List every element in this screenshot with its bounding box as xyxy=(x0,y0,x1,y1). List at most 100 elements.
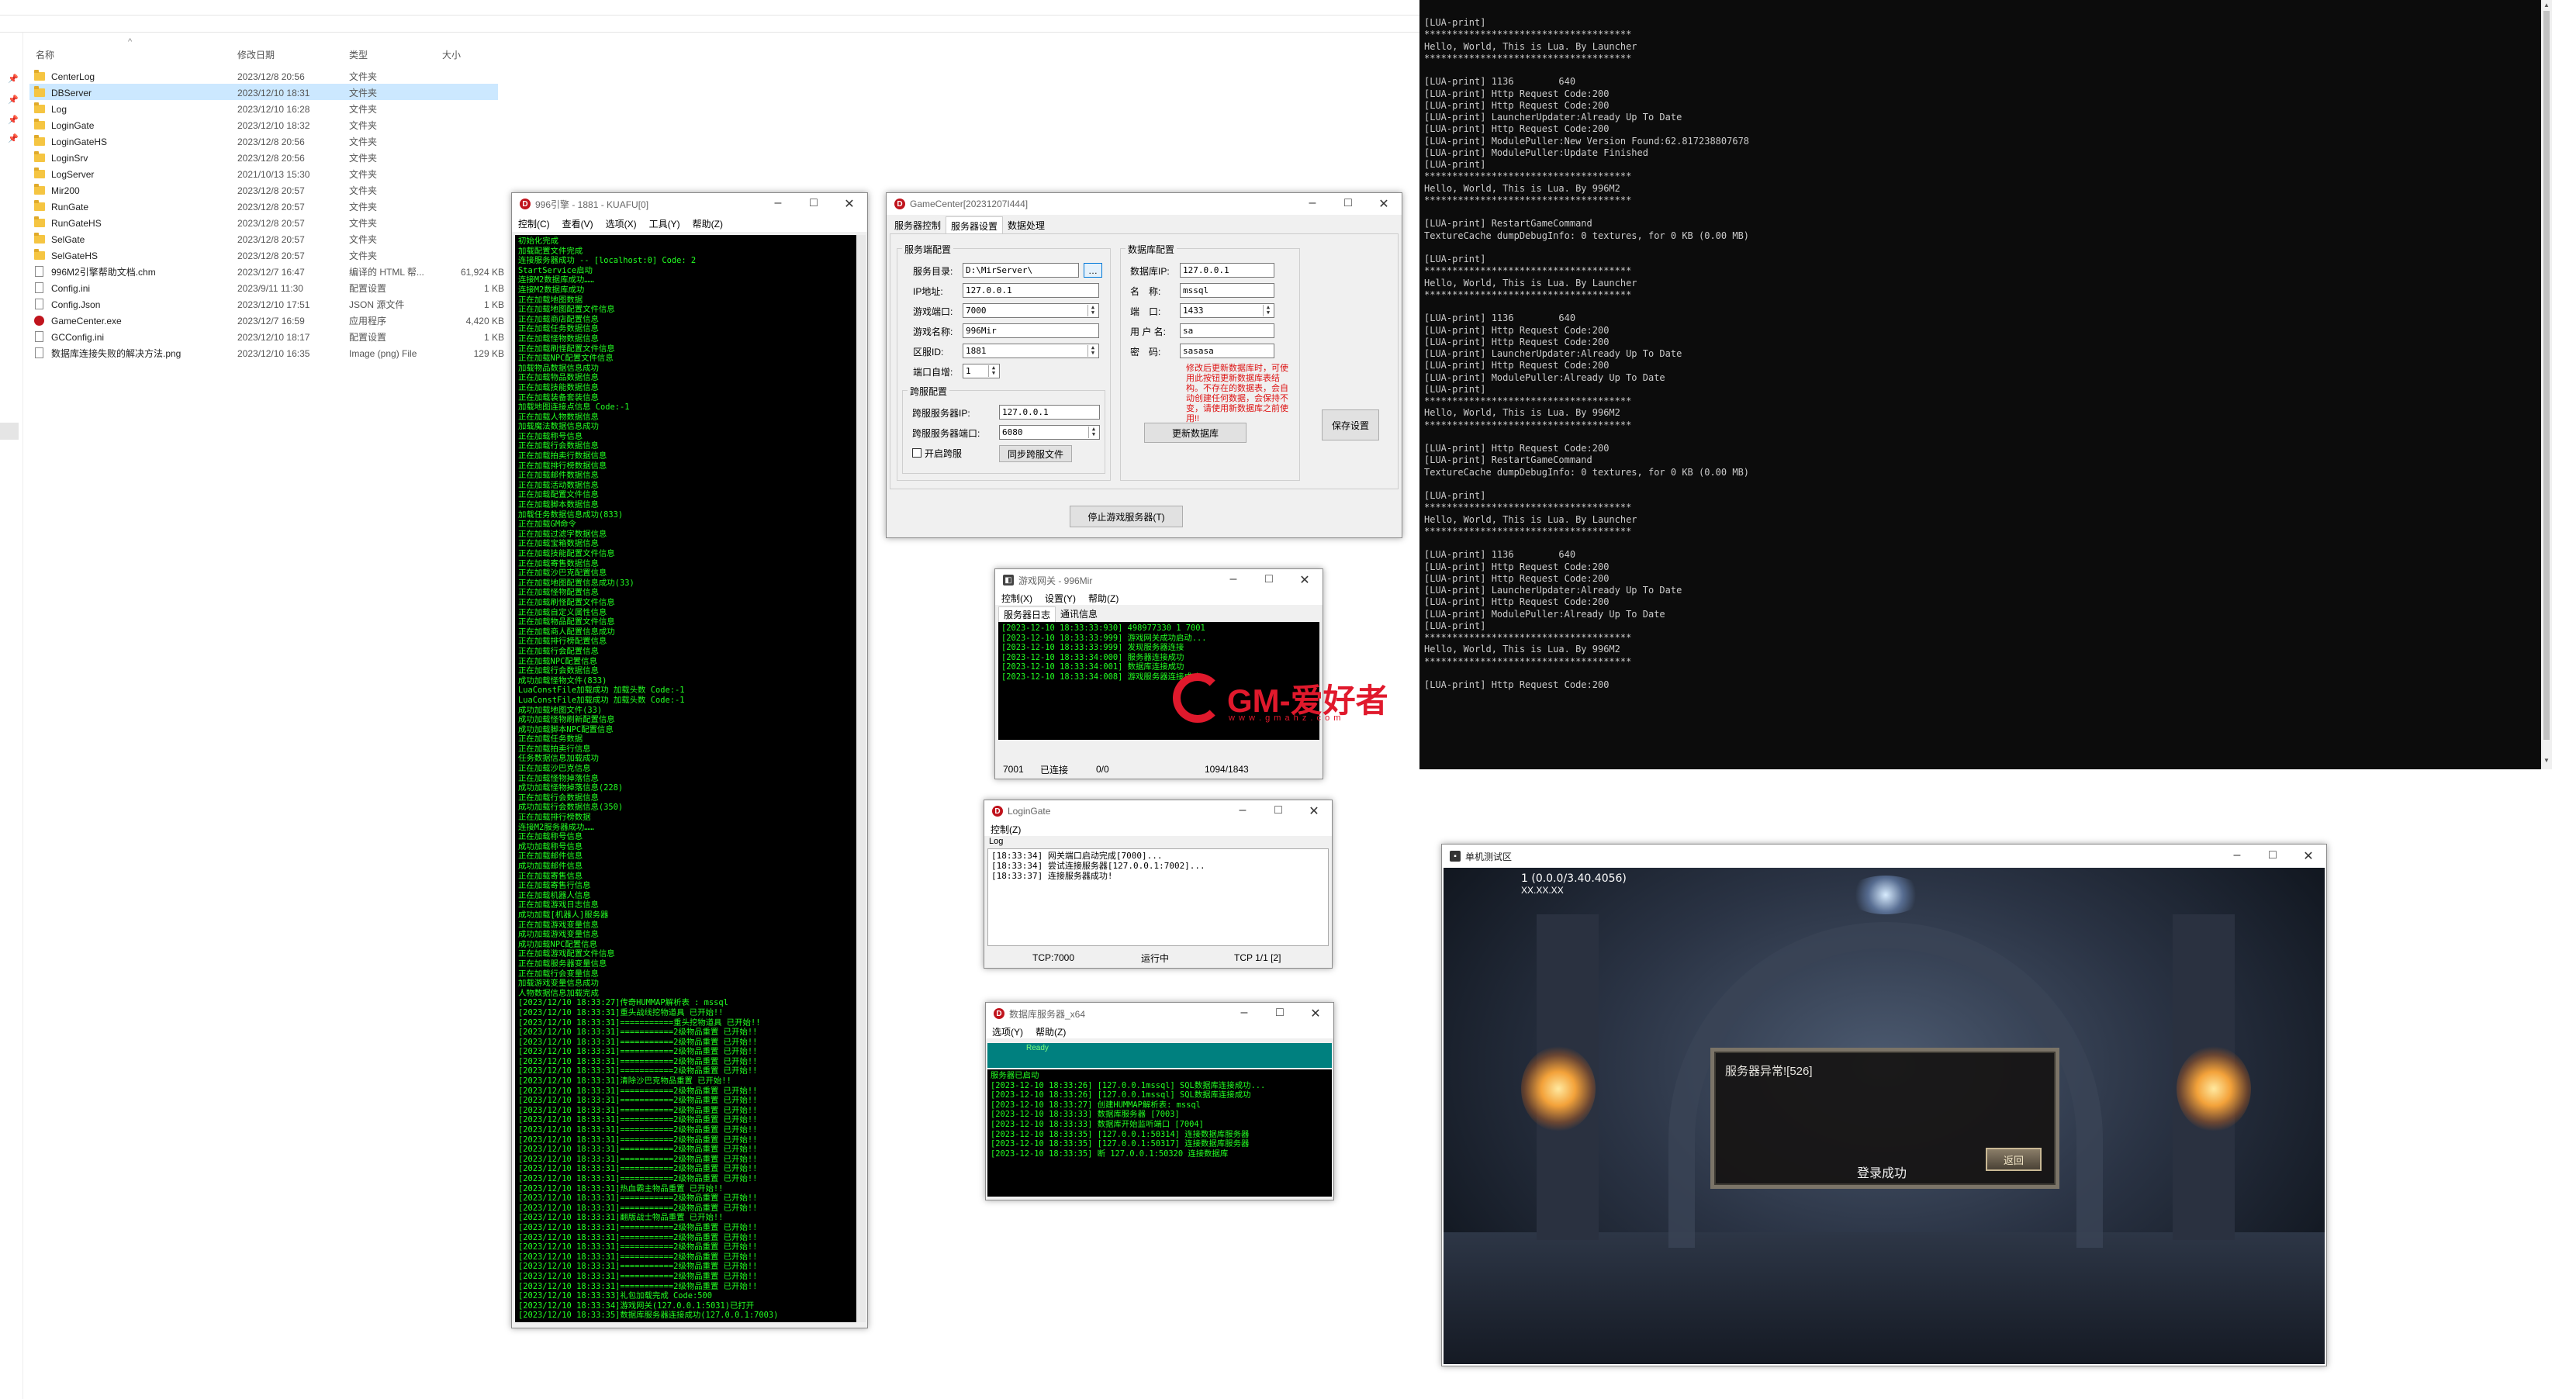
game-title-bar[interactable]: ▪ 单机测试区 – □ ✕ xyxy=(1442,845,2326,868)
m2-title-bar[interactable]: D 996引擎 - 1881 - KUAFU[0] – □ ✕ xyxy=(512,193,867,215)
menu-control[interactable]: 控制(X) xyxy=(995,592,1039,605)
tab-log[interactable]: Log xyxy=(989,837,1003,846)
close-button[interactable]: ✕ xyxy=(1298,1006,1333,1021)
minimize-button[interactable]: – xyxy=(1215,572,1251,588)
file-row[interactable]: Config.Json 2023/12/10 17:51 JSON 源文件 1 KB xyxy=(29,296,504,313)
save-settings-button[interactable]: 保存设置 xyxy=(1322,409,1379,440)
db-ip-input[interactable]: 127.0.0.1 xyxy=(1180,263,1274,278)
close-button[interactable]: ✕ xyxy=(1296,803,1332,819)
maximize-button[interactable]: □ xyxy=(796,196,832,212)
tab-comm-info[interactable]: 通讯信息 xyxy=(1056,606,1102,623)
file-row[interactable]: DBServer 2023/12/10 18:31 文件夹 xyxy=(29,85,504,101)
file-row[interactable]: GCConfig.ini 2023/12/10 18:17 配置设置 1 KB xyxy=(29,329,504,345)
column-header-name[interactable]: 名称 xyxy=(36,48,54,61)
file-row[interactable]: GameCenter.exe 2023/12/7 16:59 应用程序 4,420 K… xyxy=(29,313,504,329)
file-row[interactable]: LoginGate 2023/12/10 18:32 文件夹 xyxy=(29,117,504,133)
ip-input[interactable]: 127.0.0.1 xyxy=(963,283,1099,298)
minimize-button[interactable]: – xyxy=(1295,196,1330,212)
maximize-button[interactable]: □ xyxy=(1260,803,1296,819)
menu-options[interactable]: 选项(Y) xyxy=(986,1025,1029,1038)
file-row[interactable]: Log 2023/12/10 16:28 文件夹 xyxy=(29,101,504,117)
pin-icon[interactable]: 📌 xyxy=(8,115,19,125)
menu-view[interactable]: 查看(V) xyxy=(556,217,600,230)
m2-scrollbar[interactable] xyxy=(856,235,866,1322)
db-name-input[interactable]: mssql xyxy=(1180,283,1274,298)
menu-help[interactable]: 帮助(Z) xyxy=(1029,1025,1072,1038)
logingate-title-bar[interactable]: D LoginGate – □ ✕ xyxy=(984,800,1332,822)
file-row[interactable]: CenterLog 2023/12/8 20:56 文件夹 xyxy=(29,68,504,85)
file-row[interactable]: Mir200 2023/12/8 20:57 文件夹 xyxy=(29,182,504,199)
menu-settings[interactable]: 设置(Y) xyxy=(1039,592,1082,605)
menu-control[interactable]: 控制(Z) xyxy=(984,823,1027,836)
close-button[interactable]: ✕ xyxy=(2291,848,2326,864)
minimize-button[interactable]: – xyxy=(1225,803,1260,819)
pin-icon[interactable]: 📌 xyxy=(8,74,19,84)
zone-id-stepper[interactable]: 1881 ▲ ▼ xyxy=(963,344,1099,358)
scroll-up-arrow-icon[interactable]: ▲ xyxy=(2543,2,2550,9)
port-increment-stepper[interactable]: 1 ▲ ▼ xyxy=(963,364,1000,378)
minimize-button[interactable]: – xyxy=(2219,848,2255,864)
column-header-type[interactable]: 类型 xyxy=(349,48,368,61)
dbserver-log-console[interactable]: 服务器已启动 [2023-12-10 18:33:26] [127.0.0.1m… xyxy=(987,1069,1332,1197)
stop-game-server-button[interactable]: 停止游戏服务器(T) xyxy=(1070,506,1183,527)
close-button[interactable]: ✕ xyxy=(1287,572,1323,588)
db-password-input[interactable]: sasasa xyxy=(1180,344,1274,358)
file-row[interactable]: 996M2引擎帮助文档.chm 2023/12/7 16:47 编译的 HTML 帮… xyxy=(29,264,504,280)
menu-help[interactable]: 帮助(Z) xyxy=(686,217,729,230)
pin-icon[interactable]: 📌 xyxy=(8,95,19,105)
file-row[interactable]: RunGateHS 2023/12/8 20:57 文件夹 xyxy=(29,215,504,231)
maximize-button[interactable]: □ xyxy=(1330,196,1366,212)
lua-console-output[interactable]: [LUA-print] ****************************… xyxy=(1421,16,2530,768)
tab-server-control[interactable]: 服务器控制 xyxy=(890,216,946,233)
update-database-button[interactable]: 更新数据库 xyxy=(1144,423,1247,443)
menu-control[interactable]: 控制(C) xyxy=(512,217,556,230)
tab-server-settings[interactable]: 服务器设置 xyxy=(946,216,1004,233)
spin-arrows-icon[interactable]: ▲ ▼ xyxy=(1263,305,1273,316)
spin-arrows-icon[interactable]: ▲ ▼ xyxy=(1087,345,1098,357)
dbserver-title-bar[interactable]: D 数据库服务器_x64 – □ ✕ xyxy=(986,1003,1333,1024)
game-port-stepper[interactable]: 7000 ▲ ▼ xyxy=(963,303,1099,318)
column-header-date[interactable]: 修改日期 xyxy=(237,48,275,61)
m2-log-console[interactable]: 初始化完成 加载配置文件完成 连接服务器成功 -- [localhost:0] … xyxy=(515,235,856,1322)
menu-help[interactable]: 帮助(Z) xyxy=(1082,592,1125,605)
browse-button[interactable]: … xyxy=(1084,263,1102,278)
rungate-title-bar[interactable]: ◧ 游戏网关 - 996Mir – □ ✕ xyxy=(995,569,1323,591)
cross-enable-checkbox[interactable] xyxy=(912,448,921,458)
file-row[interactable]: RunGate 2023/12/8 20:57 文件夹 xyxy=(29,199,504,215)
scroll-down-arrow-icon[interactable]: ▼ xyxy=(2543,757,2550,764)
file-row[interactable]: LoginGateHS 2023/12/8 20:56 文件夹 xyxy=(29,133,504,150)
file-row[interactable]: Config.ini 2023/9/11 11:30 配置设置 1 KB xyxy=(29,280,504,296)
lua-console-scrollbar[interactable]: ▲ ▼ xyxy=(2541,0,2552,769)
tab-server-log[interactable]: 服务器日志 xyxy=(998,606,1056,623)
menu-options[interactable]: 选项(X) xyxy=(600,217,643,230)
minimize-button[interactable]: – xyxy=(1226,1006,1262,1021)
pin-icon[interactable]: 📌 xyxy=(8,133,19,143)
file-row[interactable]: SelGateHS 2023/12/8 20:57 文件夹 xyxy=(29,247,504,264)
file-row[interactable]: LoginSrv 2023/12/8 20:56 文件夹 xyxy=(29,150,504,166)
maximize-button[interactable]: □ xyxy=(1262,1006,1298,1021)
maximize-button[interactable]: □ xyxy=(1251,572,1287,588)
close-button[interactable]: ✕ xyxy=(1366,196,1402,212)
cross-ip-input[interactable]: 127.0.0.1 xyxy=(999,405,1100,420)
sync-cross-files-button[interactable]: 同步跨服文件 xyxy=(999,445,1072,462)
gamecenter-title-bar[interactable]: D GameCenter[20231207I444] – □ ✕ xyxy=(887,193,1402,215)
back-button[interactable]: 返回 xyxy=(1986,1148,2042,1171)
game-name-input[interactable]: 996Mir xyxy=(963,323,1099,338)
spin-arrows-icon[interactable]: ▲ ▼ xyxy=(1087,305,1098,316)
cross-port-stepper[interactable]: 6080 ▲ ▼ xyxy=(999,425,1100,440)
logingate-log-box[interactable]: [18:33:34] 网关端口启动完成[7000]... [18:33:34] … xyxy=(987,848,1329,946)
maximize-button[interactable]: □ xyxy=(2255,848,2291,864)
close-button[interactable]: ✕ xyxy=(832,196,867,212)
menu-tools[interactable]: 工具(Y) xyxy=(643,217,686,230)
tab-data-processing[interactable]: 数据处理 xyxy=(1003,216,1049,233)
spin-arrows-icon[interactable]: ▲ ▼ xyxy=(1088,427,1098,438)
column-header-size[interactable]: 大小 xyxy=(442,48,461,61)
db-port-stepper[interactable]: 1433 ▲ ▼ xyxy=(1180,303,1274,318)
file-row[interactable]: 数据库连接失败的解决方法.png 2023/12/10 16:35 Image (p… xyxy=(29,345,504,361)
db-user-input[interactable]: sa xyxy=(1180,323,1274,338)
spin-arrows-icon[interactable]: ▲ ▼ xyxy=(988,365,998,377)
root-dir-input[interactable]: D:\MirServer\ xyxy=(963,263,1079,278)
game-scene[interactable]: 1 (0.0.0/3.40.4056) XX.XX.XX 服务器异常![526]… xyxy=(1444,868,2325,1364)
scroll-thumb[interactable] xyxy=(2543,11,2550,740)
file-row[interactable]: SelGate 2023/12/8 20:57 文件夹 xyxy=(29,231,504,247)
